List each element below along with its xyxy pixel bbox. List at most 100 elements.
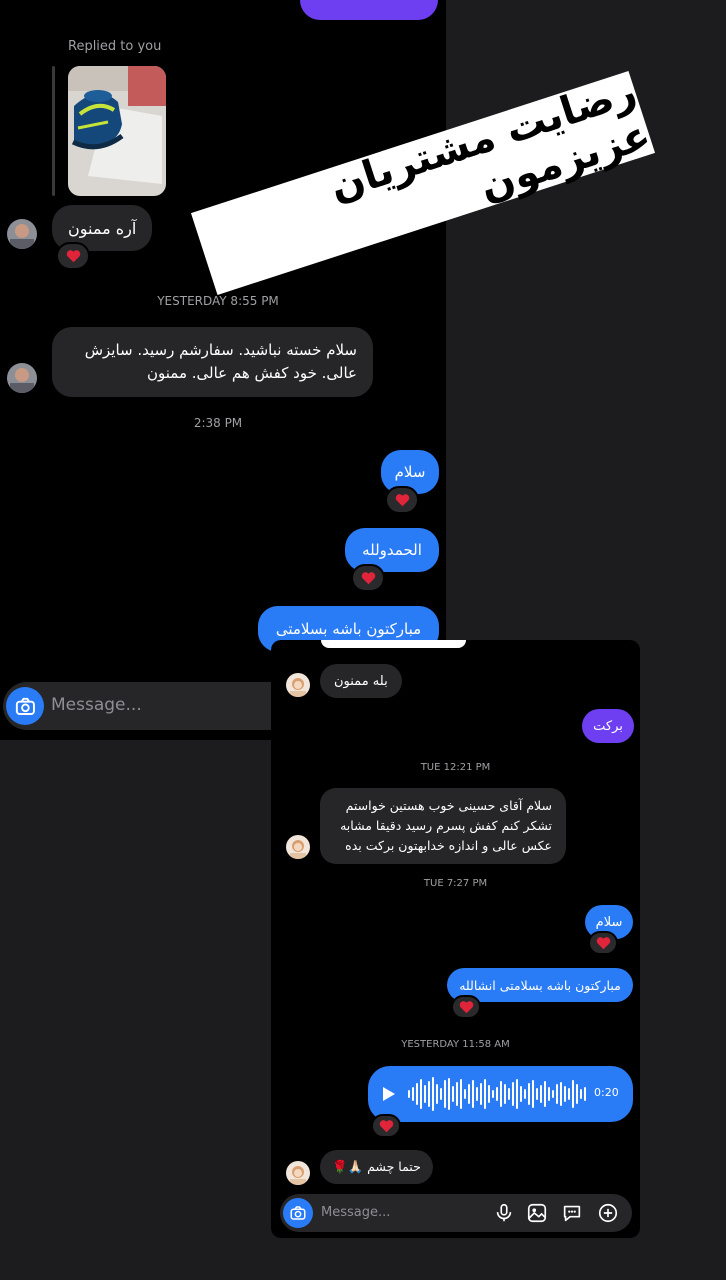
waveform-bar [412,1087,414,1101]
waveform-bar [444,1080,446,1108]
waveform-bar [500,1081,502,1107]
waveform-bar [468,1084,470,1104]
outgoing-message-cropped[interactable] [321,640,466,648]
heart-icon [395,494,409,507]
incoming-message[interactable]: سلام خسته نباشید. سفارشم رسید. سایزش عال… [52,327,373,397]
waveform-bar [428,1081,430,1107]
waveform-bar [540,1085,542,1103]
timestamp: 2:38 PM [193,416,243,430]
heart-icon [596,937,610,950]
waveform-bar [476,1087,478,1101]
waveform-bar [584,1087,586,1101]
incoming-message[interactable]: بله ممنون [320,664,402,698]
heart-reaction[interactable] [588,931,618,955]
heart-reaction[interactable] [371,1114,401,1138]
message-text: مبارکتون باشه بسلامتی [275,620,422,638]
timestamp: TUE 12:21 PM [420,762,491,773]
message-text: سلام آقای حسینی خوب هستین خواستم تشکر کن… [340,798,552,853]
waveform-bar [464,1089,466,1099]
waveform-bar [516,1079,518,1109]
waveform-bar [520,1086,522,1102]
message-text: حتما چشم 🙏🏻🌹 [332,1159,421,1174]
replied-label: Replied to you [68,39,162,54]
heart-reaction[interactable] [385,486,419,514]
camera-icon [290,1206,306,1220]
message-text: بله ممنون [334,673,388,689]
waveform-bar [408,1090,410,1098]
sticker-icon[interactable] [561,1202,583,1224]
heart-icon [66,250,80,263]
message-text: برکت [593,718,623,734]
heart-icon [361,572,375,585]
waveform-bar [560,1082,562,1106]
voice-duration: 0:20 [594,1086,619,1099]
message-composer[interactable]: Message... [280,1194,632,1232]
incoming-message[interactable]: حتما چشم 🙏🏻🌹 [320,1150,433,1184]
camera-button[interactable] [6,687,44,725]
waveform-bar [492,1090,494,1098]
voice-message[interactable]: 0:20 [368,1066,633,1122]
message-input[interactable]: Message... [321,1205,390,1220]
waveform-bar [556,1084,558,1104]
waveform-bar [572,1080,574,1108]
contact-avatar[interactable] [7,219,37,249]
waveform-bar [432,1077,434,1111]
waveform-bar [440,1088,442,1100]
message-text: الحمدولله [362,541,422,559]
chat-screen-1: Replied to you آره ممنون YESTERDAY 8:55 … [0,0,446,740]
heart-reaction[interactable] [451,995,481,1019]
message-text: مبارکتون باشه بسلامتی انشالله [459,977,621,993]
camera-button[interactable] [283,1198,313,1228]
waveform-bar [576,1084,578,1104]
waveform-bar [536,1088,538,1100]
waveform-bar [580,1089,582,1099]
waveform-bar [552,1090,554,1098]
waveform-bar [460,1079,462,1109]
message-input[interactable]: Message... [51,695,142,715]
waveform-bar [564,1086,566,1102]
shoe-photo[interactable] [68,66,166,196]
gallery-icon[interactable] [526,1202,548,1224]
chat-screen-2: بله ممنون برکت TUE 12:21 PM سلام آقای حس… [271,640,640,1238]
voice-waveform [408,1077,586,1111]
waveform-bar [544,1081,546,1107]
waveform-bar [448,1078,450,1110]
plus-icon[interactable] [597,1202,619,1224]
waveform-bar [532,1080,534,1108]
play-icon[interactable] [382,1086,396,1102]
heart-icon [459,1001,473,1014]
timestamp: YESTERDAY 11:58 AM [401,1039,510,1050]
message-text: سلام [595,914,623,930]
incoming-message[interactable]: سلام آقای حسینی خوب هستین خواستم تشکر کن… [320,788,566,864]
waveform-bar [528,1083,530,1105]
contact-avatar[interactable] [286,1161,310,1185]
waveform-bar [452,1086,454,1102]
waveform-bar [508,1088,510,1100]
waveform-bar [484,1079,486,1109]
waveform-bar [496,1087,498,1101]
heart-reaction[interactable] [351,564,385,592]
waveform-bar [456,1082,458,1106]
reply-quote-line [52,66,55,196]
waveform-bar [420,1079,422,1109]
message-text: سلام [394,463,426,481]
waveform-bar [568,1088,570,1100]
waveform-bar [504,1084,506,1104]
contact-avatar[interactable] [286,673,310,697]
waveform-bar [524,1089,526,1099]
waveform-bar [416,1083,418,1105]
contact-avatar[interactable] [7,363,37,393]
message-text: سلام خسته نباشید. سفارشم رسید. سایزش عال… [84,341,357,382]
waveform-bar [424,1085,426,1103]
mic-icon[interactable] [493,1202,515,1224]
waveform-bar [548,1087,550,1101]
waveform-bar [436,1084,438,1104]
waveform-bar [480,1083,482,1105]
heart-reaction[interactable] [56,242,90,270]
waveform-bar [512,1082,514,1106]
waveform-bar [488,1085,490,1103]
timestamp: TUE 7:27 PM [423,878,488,889]
outgoing-message[interactable]: برکت [582,709,634,743]
contact-avatar[interactable] [286,835,310,859]
outgoing-message-cropped[interactable] [300,0,438,20]
